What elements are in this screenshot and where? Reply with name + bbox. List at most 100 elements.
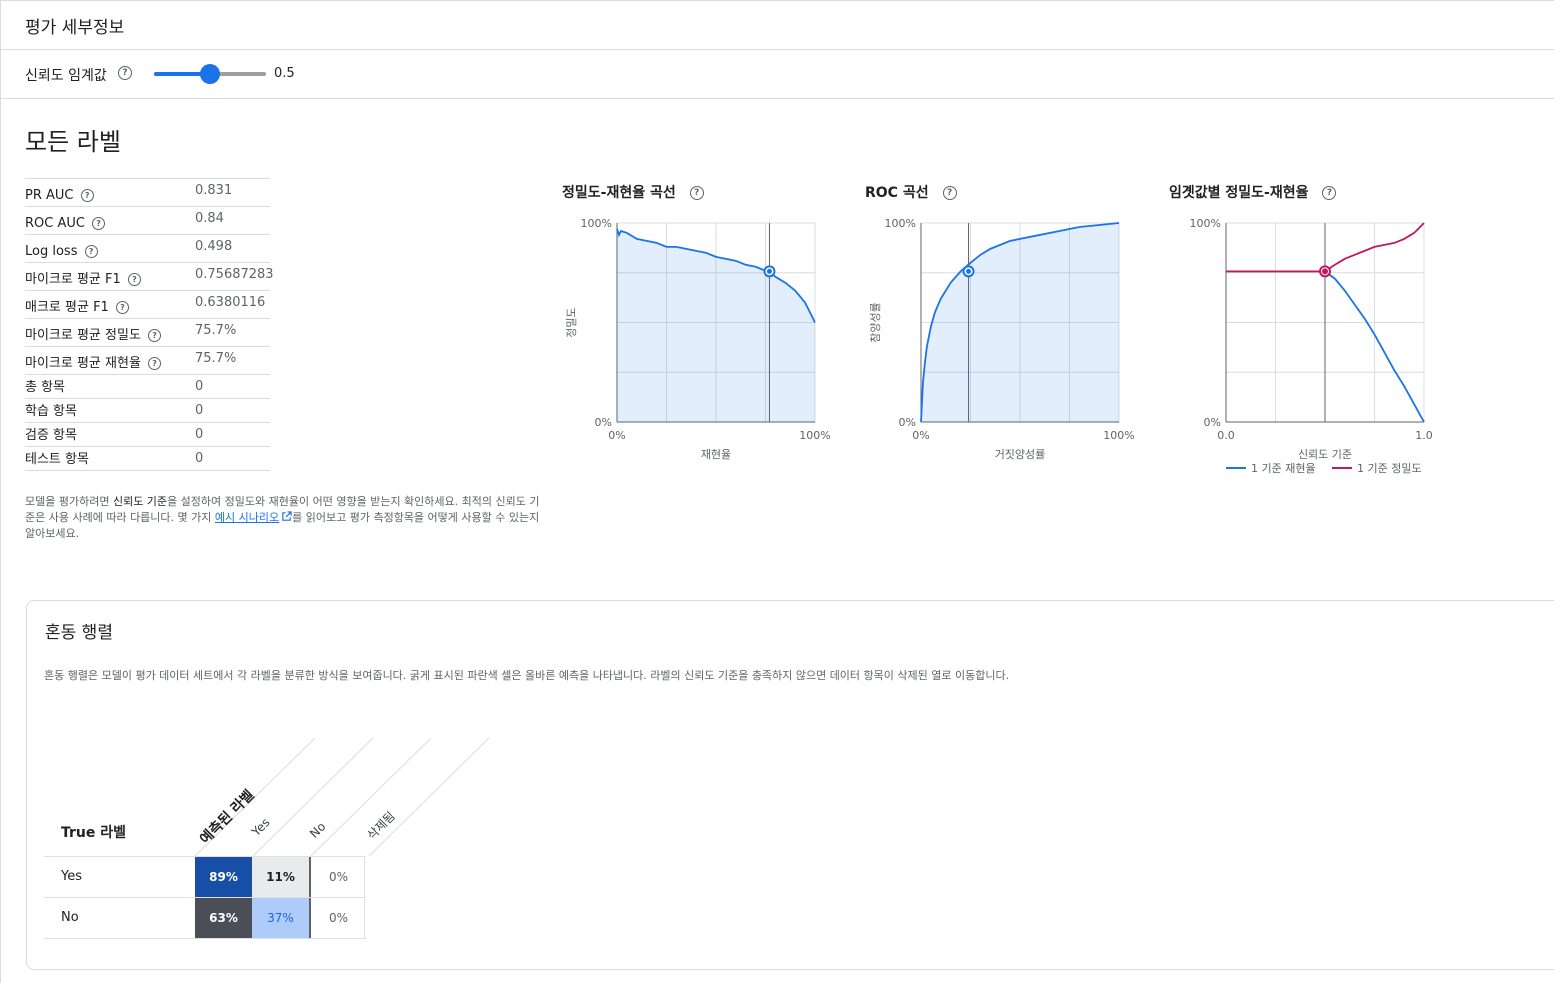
metric-row: 테스트 항목 0 [25, 447, 270, 471]
help-circle-icon[interactable]: ? [148, 357, 162, 370]
y-axis-label: 참양성률 [869, 302, 882, 342]
confusion-matrix-card: 혼동 행렬 혼동 행렬은 모델이 평가 데이터 세트에서 각 라벨을 분류한 방… [26, 600, 1554, 970]
operating-point-dot [766, 268, 772, 274]
help-circle-icon[interactable]: ? [1322, 186, 1337, 200]
metric-label: 마이크로 평균 F1 [25, 272, 121, 287]
roc-chart-title-text: ROC 곡선 [865, 185, 929, 201]
cell-yes-dropped[interactable]: 0% [309, 857, 366, 897]
x-tick-label: 0% [912, 429, 929, 442]
x-axis-label: 거짓양성률 [995, 448, 1046, 461]
metric-row: PR AUC ? 0.831 [25, 179, 270, 207]
example-scenarios-link[interactable]: 예시 시나리오 [215, 511, 292, 524]
link-text[interactable]: 예시 시나리오 [215, 511, 279, 524]
metric-value: 0.84 [195, 211, 224, 226]
external-link-icon[interactable] [281, 511, 292, 522]
threshold-chart-title-text: 임곗값별 정밀도-재현율 [1169, 185, 1309, 201]
threshold-pr-chart: 100% 0%0.0 1.0 신뢰도 기준1 기준 재현율 1 기준 정밀도 [1190, 217, 1433, 475]
metric-row: 매크로 평균 F1 ? 0.6380116 [25, 291, 270, 319]
operating-point-dot [966, 268, 972, 274]
section-title: 모든 라벨 [25, 128, 121, 156]
slider-thumb[interactable] [200, 64, 220, 84]
metric-value: 0 [195, 403, 204, 418]
threshold-value: 0.5 [274, 66, 295, 81]
metric-label: Log loss [25, 244, 78, 259]
row-label: No [61, 910, 79, 925]
metric-value: 0.75687283 [195, 267, 274, 282]
metric-value: 75.7% [195, 323, 237, 338]
metric-value: 0.831 [195, 183, 233, 198]
metric-value: 0 [195, 427, 204, 442]
help-circle-icon[interactable]: ? [148, 329, 162, 342]
table-row: Yes 89% 11% 0% [44, 857, 366, 898]
help-circle-icon[interactable]: ? [84, 245, 98, 258]
frame-left [0, 0, 1, 983]
metric-label: ROC AUC [25, 216, 85, 231]
metric-label: 마이크로 평균 재현율 [25, 356, 141, 371]
true-label-header: True 라벨 [61, 825, 127, 841]
metric-row: 마이크로 평균 재현율 ? 75.7% [25, 347, 270, 375]
pr-chart-title-text: 정밀도-재현율 곡선 [562, 185, 676, 201]
metric-label: 학습 항목 [25, 404, 77, 419]
metric-row: 마이크로 평균 정밀도 ? 75.7% [25, 319, 270, 347]
threshold-bar: 신뢰도 임계값 ? 0.5 [0, 50, 1554, 99]
help-circle-icon[interactable]: ? [92, 217, 106, 230]
metric-label: 매크로 평균 F1 [25, 300, 109, 315]
metric-value: 0 [195, 379, 204, 394]
x-axis-label: 신뢰도 기준 [1298, 448, 1352, 461]
cell-yes-no[interactable]: 11% [252, 857, 309, 897]
metric-value: 0 [195, 451, 204, 466]
cell-yes-yes[interactable]: 89% [195, 857, 252, 897]
x-tick-label: 100% [799, 429, 830, 442]
help-circle-icon[interactable]: ? [118, 66, 132, 80]
x-axis-label: 재현율 [701, 448, 731, 461]
metric-label: 테스트 항목 [25, 452, 89, 467]
y-tick-label: 100% [1190, 217, 1221, 230]
metric-label: 검증 항목 [25, 428, 77, 443]
legend-label: 1 기준 정밀도 [1357, 462, 1422, 475]
help-circle-icon[interactable]: ? [689, 186, 704, 200]
table-row: No 63% 37% 0% [44, 898, 366, 939]
x-tick-label: 100% [1103, 429, 1134, 442]
metric-value: 0.6380116 [195, 295, 266, 310]
y-tick-label: 0% [595, 416, 612, 429]
legend-label: 1 기준 재현율 [1251, 462, 1316, 475]
cell-no-yes[interactable]: 63% [195, 898, 252, 938]
description-bold: 신뢰도 기준 [112, 495, 168, 508]
help-circle-icon[interactable]: ? [127, 273, 141, 286]
cell-no-dropped[interactable]: 0% [309, 898, 366, 938]
roc-chart-title: ROC 곡선? [865, 182, 957, 202]
description-text: 모델을 평가하려면 [25, 495, 113, 508]
threshold-chart-title: 임곗값별 정밀도-재현율? [1169, 182, 1337, 202]
metric-row: 검증 항목 0 [25, 423, 270, 447]
metric-label: 총 항목 [25, 380, 66, 395]
cell-no-no[interactable]: 37% [252, 898, 309, 938]
metric-label: PR AUC [25, 188, 74, 203]
metric-row: 마이크로 평균 F1 ? 0.75687283 [25, 263, 274, 291]
roc-curve-chart: 100% 0%0% 100% 거짓양성률 참양성률 [869, 217, 1135, 461]
pr-chart-title: 정밀도-재현율 곡선? [562, 182, 704, 202]
metric-value: 0.498 [195, 239, 233, 254]
threshold-slider[interactable] [154, 64, 266, 84]
y-axis-label: 정밀도 [565, 307, 578, 337]
page-title: 평가 세부정보 [25, 18, 125, 38]
x-tick-label: 0.0 [1217, 429, 1235, 442]
page-header: 평가 세부정보 [0, 0, 1554, 50]
help-circle-icon[interactable]: ? [115, 301, 129, 314]
help-circle-icon[interactable]: ? [942, 186, 957, 200]
y-tick-label: 0% [1204, 416, 1221, 429]
y-tick-label: 0% [899, 416, 916, 429]
metric-row: 학습 항목 0 [25, 399, 270, 423]
metric-value: 75.7% [195, 351, 237, 366]
pr-curve-chart: 100% 0%0% 100% 재현율 정밀도 [565, 217, 831, 461]
y-tick-label: 100% [581, 217, 612, 230]
table-right-border [364, 856, 365, 939]
help-circle-icon[interactable]: ? [80, 189, 94, 202]
metric-row: 총 항목 0 [25, 375, 270, 399]
metric-row: ROC AUC ? 0.84 [25, 207, 270, 235]
operating-point-dot [1322, 268, 1328, 275]
curve-area [921, 223, 1119, 422]
evaluation-description: 모델을 평가하려면 신뢰도 기준을 설정하여 정밀도와 재현율이 어떤 영향을 … [25, 494, 545, 542]
metrics-table: PR AUC ? 0.831 ROC AUC ? 0.84 Log loss ?… [25, 178, 274, 471]
metric-row: Log loss ? 0.498 [25, 235, 270, 263]
y-tick-label: 100% [885, 217, 916, 230]
